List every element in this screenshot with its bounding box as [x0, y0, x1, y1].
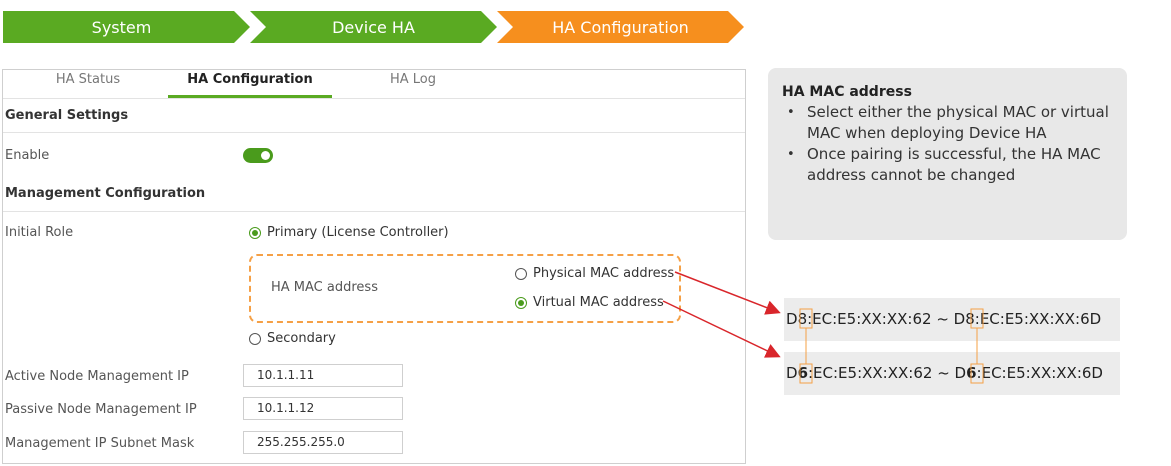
virtual-mac-range: D6:EC:E5:XX:XX:62 ~ D6:EC:E5:XX:XX:6D	[784, 352, 1120, 395]
mac-highlight: 6	[797, 364, 808, 382]
passive-node-ip-input[interactable]: 10.1.1.12	[243, 397, 403, 420]
breadcrumb-system[interactable]: System	[3, 11, 250, 43]
radio-primary[interactable]: Primary (License Controller)	[249, 225, 449, 240]
mac-highlight: 8	[797, 310, 808, 328]
ha-mac-address-label: HA MAC address	[271, 280, 378, 295]
info-list: Select either the physical MAC or virtua…	[782, 102, 1113, 186]
mac-prefix: D	[786, 310, 798, 328]
initial-role-label: Initial Role	[5, 225, 74, 240]
mac-separator: ~	[932, 364, 955, 382]
ha-mac-address-group: HA MAC address Physical MAC address Virt…	[249, 254, 681, 323]
passive-node-ip-label: Passive Node Management IP	[5, 402, 197, 417]
radio-secondary-label: Secondary	[267, 331, 336, 346]
section-management-configuration: Management Configuration	[5, 186, 206, 201]
radio-secondary[interactable]: Secondary	[249, 331, 336, 346]
enable-label: Enable	[5, 148, 50, 163]
mac-prefix: D	[954, 364, 967, 382]
subnet-mask-label: Management IP Subnet Mask	[5, 436, 195, 451]
breadcrumb-device-ha[interactable]: Device HA	[250, 11, 497, 43]
radio-primary-indicator	[249, 226, 261, 239]
toggle-knob	[261, 151, 270, 160]
mac-highlight: 6	[966, 364, 977, 382]
radio-virtual-mac-label: Virtual MAC address	[533, 295, 664, 310]
mac-prefix: D	[786, 364, 798, 382]
info-bullet: Once pairing is successful, the HA MAC a…	[782, 144, 1113, 186]
radio-secondary-indicator	[249, 332, 261, 345]
mac-rest: :EC:E5:XX:XX:62	[807, 310, 932, 328]
enable-toggle[interactable]	[243, 148, 273, 163]
info-bullet: Select either the physical MAC or virtua…	[782, 102, 1113, 144]
mac-prefix: D	[953, 310, 966, 328]
divider	[3, 132, 745, 133]
active-node-ip-label: Active Node Management IP	[5, 369, 189, 384]
physical-mac-range: D8:EC:E5:XX:XX:62 ~ D8:EC:E5:XX:XX:6D	[784, 298, 1120, 341]
mac-rest: :EC:E5:XX:XX:62	[808, 364, 933, 382]
subnet-mask-input[interactable]: 255.255.255.0	[243, 431, 403, 454]
tab-ha-log[interactable]: HA Log	[358, 70, 468, 98]
mac-highlight: 8	[965, 310, 975, 328]
info-title: HA MAC address	[782, 84, 912, 100]
radio-virtual-mac[interactable]: Virtual MAC address	[515, 295, 664, 310]
radio-physical-mac-label: Physical MAC address	[533, 266, 675, 281]
tab-ha-configuration[interactable]: HA Configuration	[168, 70, 332, 98]
radio-physical-mac-indicator	[515, 267, 527, 280]
radio-primary-label: Primary (License Controller)	[267, 225, 449, 240]
tab-divider	[3, 98, 745, 99]
active-node-ip-input[interactable]: 10.1.1.11	[243, 364, 403, 387]
info-callout: HA MAC address Select either the physica…	[768, 68, 1127, 240]
divider	[3, 211, 745, 212]
breadcrumb-ha-configuration[interactable]: HA Configuration	[497, 11, 744, 43]
mac-rest: :EC:E5:XX:XX:6D	[974, 310, 1102, 328]
tab-ha-status[interactable]: HA Status	[33, 70, 143, 98]
ha-configuration-panel: HA Status HA Configuration HA Log Genera…	[2, 69, 746, 464]
radio-physical-mac[interactable]: Physical MAC address	[515, 266, 674, 281]
radio-virtual-mac-indicator	[515, 296, 527, 309]
mac-rest: :EC:E5:XX:XX:6D	[976, 364, 1103, 382]
section-general-settings: General Settings	[5, 108, 129, 123]
mac-separator: ~	[931, 310, 954, 328]
